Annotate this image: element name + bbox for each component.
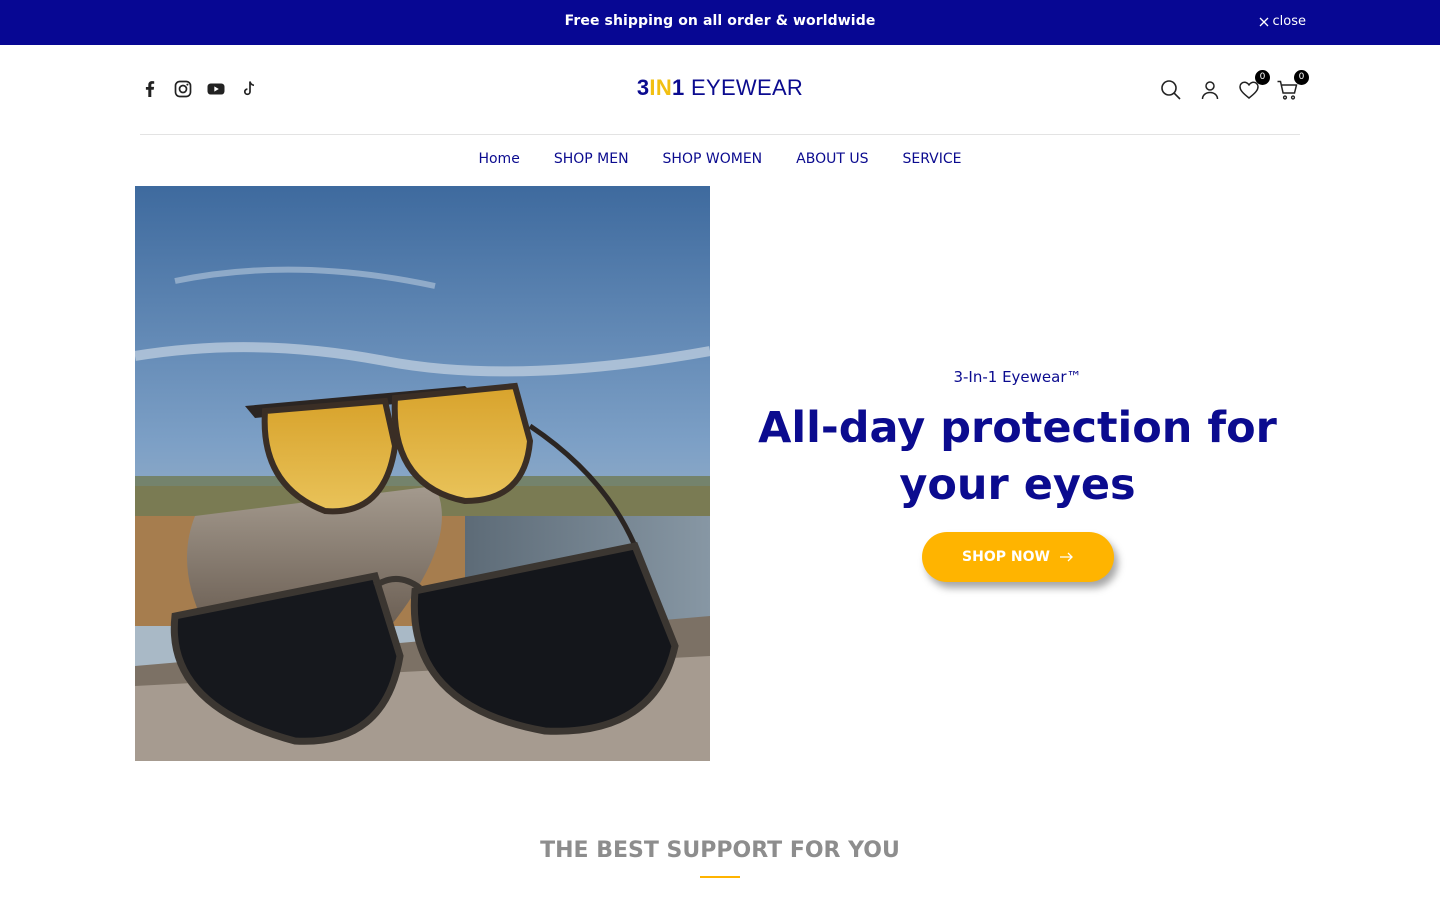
wishlist-button[interactable]: 0 (1237, 70, 1270, 102)
close-label: close (1272, 14, 1306, 29)
hero-content: 3-In-1 Eyewear™ All-day protection for y… (735, 186, 1300, 761)
site-header: 3IN1 EYEWEAR 0 0 (140, 45, 1309, 135)
arrow-right-icon (1059, 552, 1073, 562)
search-icon (1161, 80, 1181, 100)
shop-now-label: SHOP NOW (962, 549, 1050, 565)
hero-title: All-day protection for your eyes (758, 403, 1277, 510)
cart-button[interactable]: 0 (1276, 70, 1309, 102)
nav-item-shop-men[interactable]: SHOP MEN (537, 151, 646, 167)
announcement-bar: Free shipping on all order & worldwide c… (0, 0, 1440, 45)
account-button[interactable] (1198, 78, 1222, 102)
section-title: THE BEST SUPPORT FOR YOU (540, 838, 900, 863)
section-title-underline (700, 876, 740, 878)
main-nav: Home SHOP MEN SHOP WOMEN ABOUT US SERVIC… (0, 151, 1440, 167)
search-button[interactable] (1159, 78, 1183, 102)
header-actions: 0 0 (1159, 70, 1309, 102)
hero-subtitle: 3-In-1 Eyewear™ (953, 368, 1082, 386)
nav-item-shop-women[interactable]: SHOP WOMEN (646, 151, 780, 167)
nav-item-service[interactable]: SERVICE (885, 151, 978, 167)
cart-count-badge: 0 (1294, 70, 1309, 85)
nav-item-home[interactable]: Home (461, 151, 536, 167)
announcement-close-button[interactable]: close (1259, 14, 1306, 29)
nav-item-about-us[interactable]: ABOUT US (779, 151, 885, 167)
close-icon (1259, 17, 1268, 26)
announcement-text: Free shipping on all order & worldwide (564, 13, 876, 29)
shop-now-button[interactable]: SHOP NOW (922, 532, 1114, 582)
wishlist-count-badge: 0 (1255, 70, 1270, 85)
site-logo[interactable]: 3IN1 EYEWEAR (140, 75, 1300, 101)
hero-image (135, 186, 710, 761)
user-icon (1201, 81, 1219, 100)
